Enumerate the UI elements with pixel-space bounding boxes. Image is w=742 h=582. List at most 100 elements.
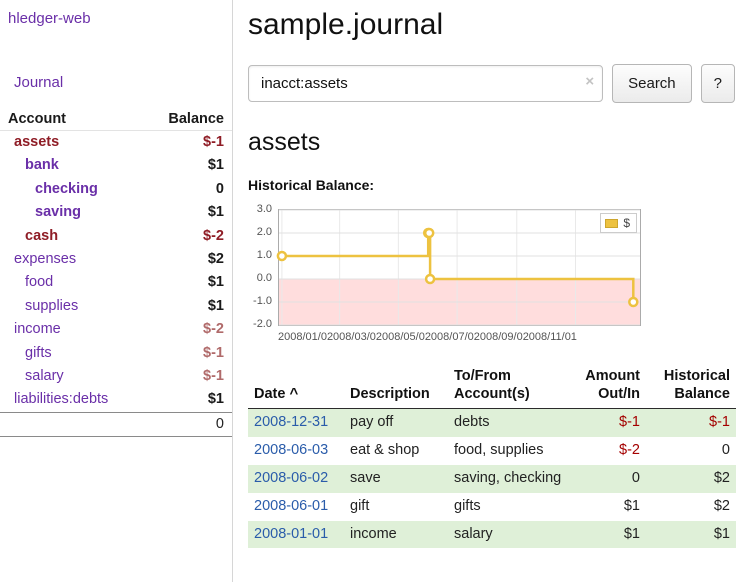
search-button[interactable]: Search [612,64,692,103]
register-amount: $1 [568,521,646,549]
y-axis-label: 0.0 [257,273,272,284]
help-button[interactable]: ? [701,64,735,103]
account-link-income[interactable]: income [14,321,61,337]
account-row: food $1 [0,271,232,294]
register-row: 2008-06-01 gift gifts $1 $2 [248,493,736,521]
register-row: 2008-12-31 pay off debts $-1 $-1 [248,409,736,437]
account-link-gifts[interactable]: gifts [25,345,52,361]
register-date-link[interactable]: 2008-06-03 [254,442,328,458]
account-link-cash[interactable]: cash [25,228,58,244]
account-balance: $2 [144,248,232,271]
account-balance: $-1 [144,365,232,388]
page-title: sample.journal [248,8,735,42]
register-header-description: Description [344,365,448,409]
account-row: cash $-2 [0,225,232,248]
data-point-marker [426,275,434,283]
register-balance: $-1 [646,409,736,437]
account-link-supplies[interactable]: supplies [25,298,78,314]
account-balance: $-2 [144,318,232,341]
register-description: income [344,521,448,549]
register-balance: $1 [646,521,736,549]
account-link-checking[interactable]: checking [35,181,98,197]
account-row: supplies $1 [0,295,232,318]
register-date-link[interactable]: 2008-01-01 [254,526,328,542]
x-axis: 2008/01/02008/03/02008/05/02008/07/02008… [278,331,577,343]
sort-asc-icon: ^ [289,385,298,402]
accounts-total-row: 0 [0,412,232,436]
register-amount: $-2 [568,437,646,465]
y-axis-label: -2.0 [253,319,272,330]
register-header-balance: Historical Balance [646,365,736,409]
register-description: pay off [344,409,448,437]
account-link-assets[interactable]: assets [14,134,59,150]
search-input[interactable] [248,65,603,102]
account-balance: $1 [144,271,232,294]
account-row: income $-2 [0,318,232,341]
register-row: 2008-06-03 eat & shop food, supplies $-2… [248,437,736,465]
account-link-salary[interactable]: salary [25,368,64,384]
y-axis-label: 3.0 [257,204,272,215]
register-balance: $2 [646,493,736,521]
account-row: expenses $2 [0,248,232,271]
account-balance: $1 [144,201,232,224]
register-accounts: food, supplies [448,437,568,465]
chart-legend: $ [600,213,637,233]
accounts-header-row: Account Balance [0,108,232,131]
account-link-liabilities-debts[interactable]: liabilities:debts [14,391,108,407]
account-link-expenses[interactable]: expenses [14,251,76,267]
account-link-saving[interactable]: saving [35,204,81,220]
sidebar: hledger-web Journal Account Balance asse… [0,0,233,582]
register-date-link[interactable]: 2008-06-02 [254,470,328,486]
account-row: salary $-1 [0,365,232,388]
accounts-header-balance: Balance [144,108,232,131]
account-link-food[interactable]: food [25,274,53,290]
y-axis-label: -1.0 [253,296,272,307]
register-header-row: Date ^ Description To/From Account(s) Am… [248,365,736,409]
chart-title: Historical Balance: [248,177,735,193]
account-heading: assets [248,128,735,157]
register-balance: 0 [646,437,736,465]
plot-area: $ [278,209,641,326]
balance-chart: 3.02.01.00.0-1.0-2.0 $ 2008/01/02008/03/… [248,202,648,352]
accounts-total-value: 0 [144,412,232,436]
data-point-marker [425,229,433,237]
register-date-link[interactable]: 2008-12-31 [254,414,328,430]
brand-link[interactable]: hledger-web [8,10,232,27]
register-row: 2008-01-01 income salary $1 $1 [248,521,736,549]
search-form: × Search ? [248,64,735,103]
account-link-bank[interactable]: bank [25,157,59,173]
data-point-marker [278,252,286,260]
account-row: gifts $-1 [0,342,232,365]
register-amount: $1 [568,493,646,521]
account-balance: $1 [144,388,232,412]
x-axis-label: 2008/07/0 [425,331,474,343]
clear-search-icon[interactable]: × [585,74,594,89]
y-axis: 3.02.01.00.0-1.0-2.0 [248,209,275,326]
account-balance: $1 [144,154,232,177]
x-axis-label: 2008/11/01 [523,331,577,343]
register-amount: $-1 [568,409,646,437]
account-row: bank $1 [0,154,232,177]
x-axis-label: 2008/01/0 [278,331,327,343]
register-header-amount: Amount Out/In [568,365,646,409]
account-row: liabilities:debts $1 [0,388,232,412]
sidebar-item-journal[interactable]: Journal [14,74,232,91]
y-axis-label: 1.0 [257,250,272,261]
legend-label: $ [623,216,630,230]
register-description: gift [344,493,448,521]
register-row: 2008-06-02 save saving, checking 0 $2 [248,465,736,493]
data-point-marker [629,298,637,306]
account-balance: 0 [144,178,232,201]
register-description: save [344,465,448,493]
account-balance: $-1 [144,131,232,155]
register-date-link[interactable]: 2008-06-01 [254,498,328,514]
register-accounts: debts [448,409,568,437]
register-header-date[interactable]: Date ^ [248,365,344,409]
register-amount: 0 [568,465,646,493]
x-axis-label: 2008/09/0 [474,331,523,343]
main-content: sample.journal × Search ? assets Histori… [233,0,742,582]
x-axis-label: 2008/05/0 [376,331,425,343]
account-row: checking 0 [0,178,232,201]
register-accounts: gifts [448,493,568,521]
account-balance: $-1 [144,342,232,365]
